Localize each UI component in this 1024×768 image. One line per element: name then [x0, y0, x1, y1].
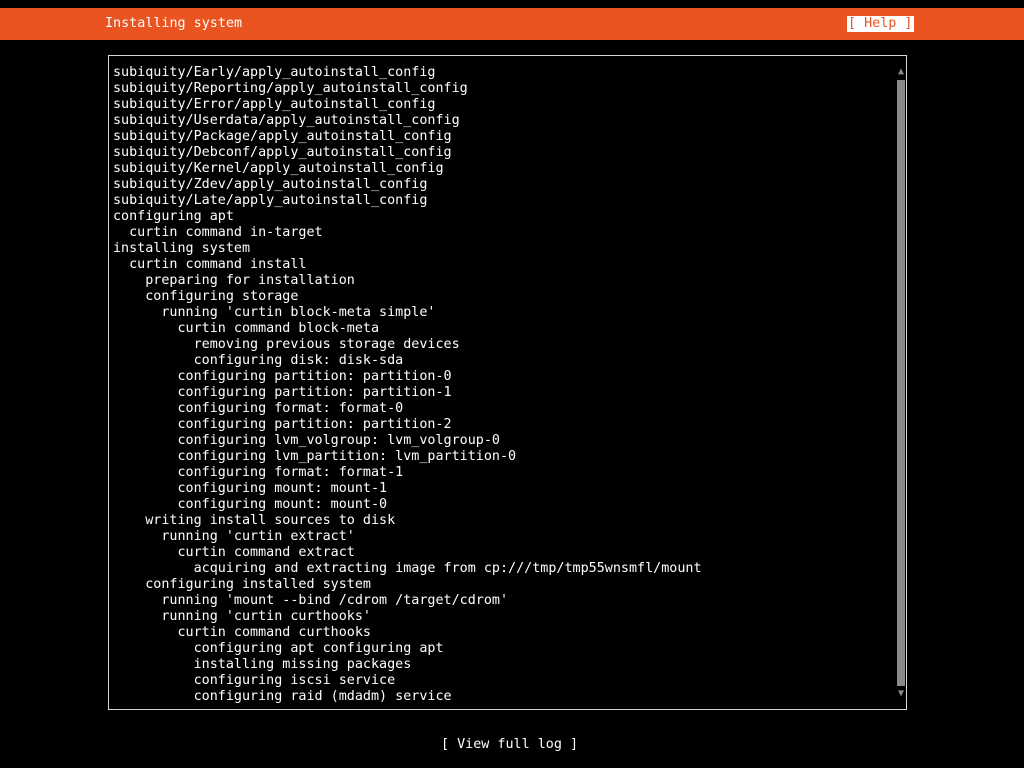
log-line: configuring disk: disk-sda [113, 353, 404, 368]
page-title: Installing system [105, 16, 243, 31]
log-line: installing missing packages [113, 657, 412, 672]
log-line: writing install sources to disk [113, 513, 396, 528]
log-line: subiquity/Reporting/apply_autoinstall_co… [113, 81, 468, 96]
log-line: subiquity/Kernel/apply_autoinstall_confi… [113, 161, 444, 176]
log-line: subiquity/Package/apply_autoinstall_conf… [113, 129, 452, 144]
log-line: subiquity/Error/apply_autoinstall_config [113, 97, 436, 112]
log-line: configuring format: format-0 [113, 401, 404, 416]
log-line: curtin command install [113, 257, 307, 272]
log-line: configuring partition: partition-0 [113, 369, 452, 384]
log-line: removing previous storage devices [113, 337, 460, 352]
log-scrollbar[interactable]: ▲ ▼ [896, 66, 906, 700]
log-line: configuring storage [113, 289, 299, 304]
view-full-log-button[interactable]: [ View full log ] [441, 737, 578, 753]
log-line: subiquity/Debconf/apply_autoinstall_conf… [113, 145, 452, 160]
log-line: curtin command extract [113, 545, 355, 560]
log-line: configuring lvm_partition: lvm_partition… [113, 449, 517, 464]
log-line: configuring raid (mdadm) service [113, 689, 452, 704]
log-line: configuring format: format-1 [113, 465, 404, 480]
log-line: running 'mount --bind /cdrom /target/cdr… [113, 593, 509, 608]
log-line: installing system [113, 241, 251, 256]
log-line: subiquity/Early/apply_autoinstall_config [113, 65, 436, 80]
log-line: configuring apt [113, 209, 234, 224]
log-line: subiquity/Late/apply_autoinstall_config [113, 193, 428, 208]
scroll-down-icon[interactable]: ▼ [896, 688, 906, 700]
log-line: curtin command block-meta [113, 321, 380, 336]
log-line: preparing for installation [113, 273, 355, 288]
log-line: configuring iscsi service [113, 673, 396, 688]
log-line: curtin command curthooks [113, 625, 371, 640]
log-line: running 'curtin extract' [113, 529, 355, 544]
log-line: curtin command in-target [113, 225, 323, 240]
header-bar: Installing system [ Help ] [0, 8, 1024, 40]
log-line: running 'curtin block-meta simple' [113, 305, 436, 320]
install-log-panel[interactable]: subiquity/Early/apply_autoinstall_config… [108, 55, 907, 710]
log-line: subiquity/Userdata/apply_autoinstall_con… [113, 113, 460, 128]
log-line: acquiring and extracting image from cp:/… [113, 561, 702, 576]
log-line: configuring partition: partition-1 [113, 385, 452, 400]
log-line: configuring mount: mount-0 [113, 497, 388, 512]
log-line: configuring lvm_volgroup: lvm_volgroup-0 [113, 433, 500, 448]
scrollbar-thumb[interactable] [897, 80, 905, 686]
log-line: subiquity/Zdev/apply_autoinstall_config [113, 177, 428, 192]
log-line: running 'curtin curthooks' [113, 609, 371, 624]
log-line: configuring partition: partition-2 [113, 417, 452, 432]
log-line: configuring apt configuring apt [113, 641, 444, 656]
help-button[interactable]: [ Help ] [847, 16, 914, 32]
log-lines: subiquity/Early/apply_autoinstall_config… [113, 65, 893, 705]
scroll-up-icon[interactable]: ▲ [896, 66, 906, 78]
log-line: configuring mount: mount-1 [113, 481, 388, 496]
log-line: configuring installed system [113, 577, 371, 592]
